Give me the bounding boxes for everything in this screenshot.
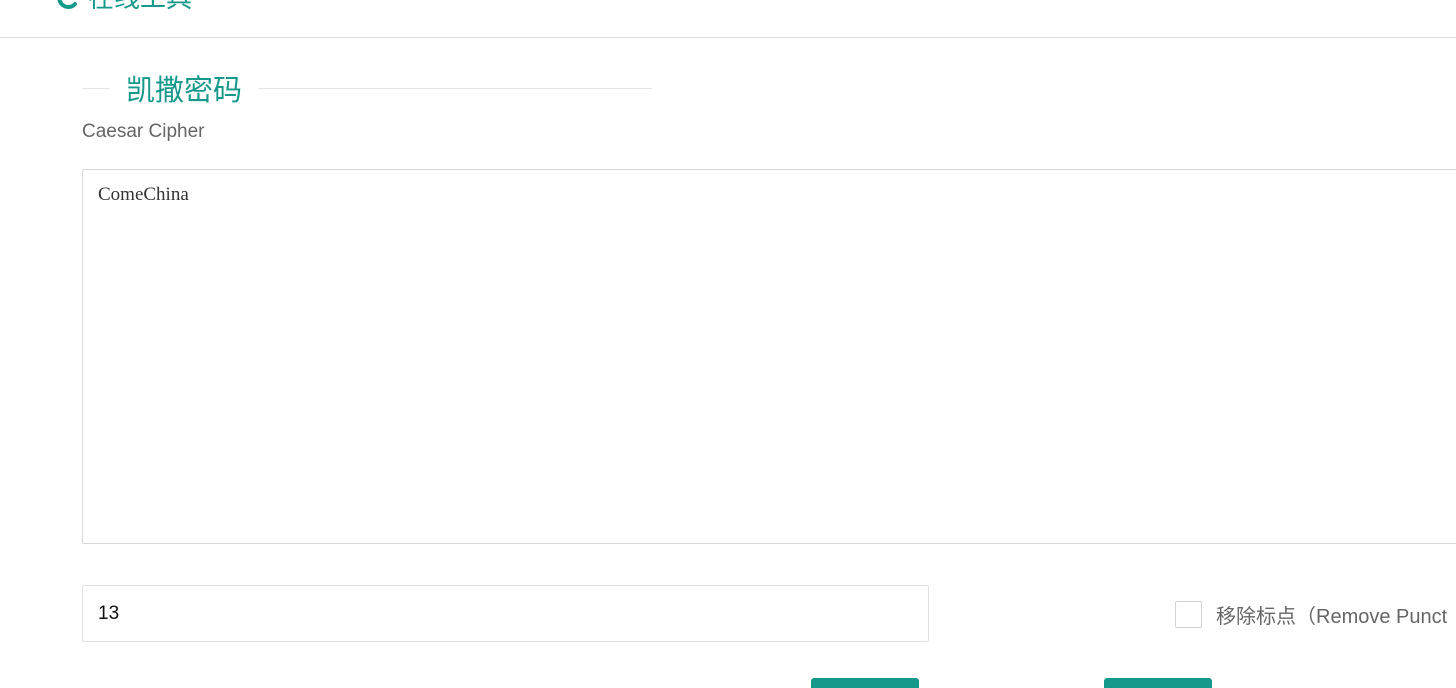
site-brand[interactable]: 在线工具 bbox=[56, 0, 192, 12]
remove-punctuation-option[interactable]: 移除标点（Remove Punct bbox=[1175, 600, 1447, 628]
encrypt-button[interactable] bbox=[811, 678, 919, 688]
logo-c-icon bbox=[57, 0, 77, 9]
decrypt-button[interactable] bbox=[1104, 678, 1212, 688]
heading-divider-left bbox=[82, 87, 110, 89]
page-title: 凯撒密码 bbox=[126, 75, 243, 107]
cipher-text-input[interactable]: ComeChina bbox=[82, 169, 1456, 544]
heading-divider-right bbox=[258, 87, 652, 89]
top-header: 在线工具 bbox=[0, 0, 1456, 38]
shift-amount-input[interactable] bbox=[82, 585, 929, 642]
page-subtitle: Caesar Cipher bbox=[82, 121, 205, 142]
section-heading: 凯撒密码 bbox=[82, 68, 652, 108]
remove-punctuation-checkbox[interactable] bbox=[1175, 600, 1202, 628]
remove-punctuation-label: 移除标点（Remove Punct bbox=[1216, 605, 1448, 628]
brand-text: 在线工具 bbox=[88, 0, 192, 12]
